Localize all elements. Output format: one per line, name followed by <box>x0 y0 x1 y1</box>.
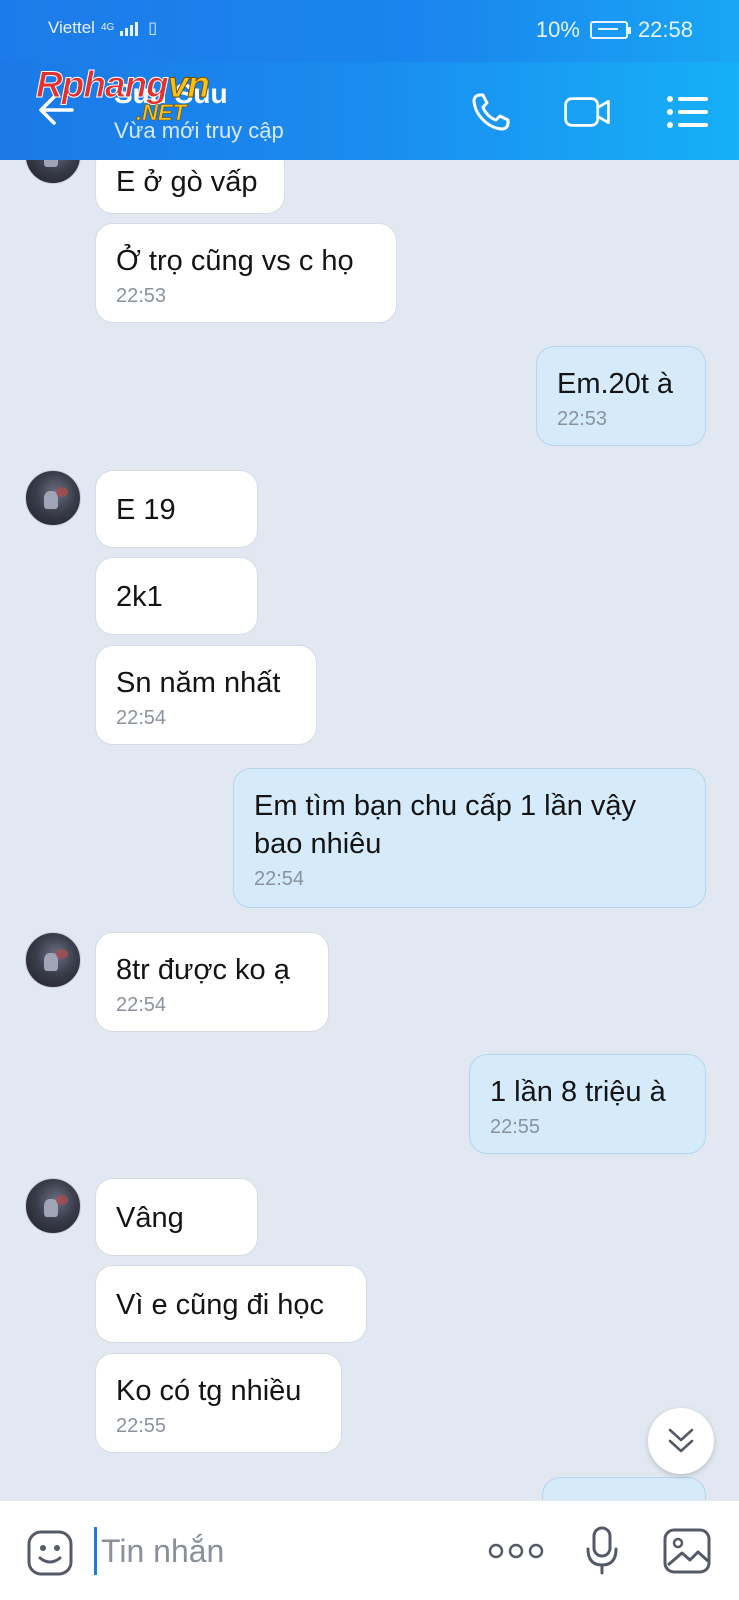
message-bubble[interactable]: E 19 <box>95 470 258 548</box>
message-bubble[interactable]: 1 lần 8 triệu à 22:55 <box>469 1054 706 1154</box>
microphone-icon[interactable] <box>584 1525 620 1577</box>
message-bubble[interactable]: Ở trọ cũng vs c họ 22:53 <box>95 223 397 323</box>
message-text: E ở gò vấp <box>116 166 258 198</box>
avatar[interactable] <box>25 1178 81 1234</box>
message-text: E 19 <box>116 494 176 526</box>
more-dots-icon[interactable] <box>488 1541 544 1561</box>
message-bubble[interactable]: 8tr được ko ạ 22:54 <box>95 932 329 1032</box>
video-camera-icon[interactable] <box>562 87 612 137</box>
image-icon[interactable] <box>662 1527 712 1575</box>
message-time: 22:54 <box>116 707 167 729</box>
message-text: Sn năm nhất <box>116 667 281 699</box>
message-time: 22:55 <box>116 1415 167 1437</box>
battery-percent: 10% <box>535 17 580 42</box>
message-bubble[interactable]: Ko có tg nhiều 22:55 <box>95 1353 342 1453</box>
phone-icon[interactable] <box>466 87 516 137</box>
message-text: Ở trọ cũng vs c họ <box>116 245 354 277</box>
message-text-line2: bao nhiêu <box>254 828 382 860</box>
message-time: 22:55 <box>490 1116 541 1138</box>
watermark-net: .NET <box>136 100 187 126</box>
carrier-name: Viettel <box>48 18 95 37</box>
list-menu-icon[interactable] <box>664 87 714 137</box>
message-text: Ko có tg nhiều <box>116 1375 302 1407</box>
message-time: 22:54 <box>254 868 305 890</box>
message-text: 8tr được ko ạ <box>116 954 290 986</box>
vibrate-icon: ▯ <box>148 20 158 37</box>
signal-icon <box>120 20 139 36</box>
message-bubble[interactable]: E ở gò vấp <box>95 160 285 214</box>
message-text-line1: Em tìm bạn chu cấp 1 lần vậy <box>254 790 637 822</box>
battery-icon <box>589 21 631 39</box>
avatar[interactable] <box>25 932 81 988</box>
message-time: 22:54 <box>116 994 167 1016</box>
message-time: 22:53 <box>116 285 167 307</box>
message-bubble[interactable]: Vâng <box>95 1178 258 1256</box>
message-input[interactable] <box>94 1527 454 1575</box>
message-time: 22:53 <box>557 408 608 430</box>
status-bar: Viettel 4G ▯ 10% 22:58 <box>0 0 739 62</box>
message-bubble[interactable]: Em.20t à 22:53 <box>536 346 706 446</box>
avatar[interactable] <box>25 160 81 184</box>
scroll-down-button[interactable] <box>648 1408 714 1474</box>
chat-area[interactable]: E ở gò vấp Ở trọ cũng vs c họ 22:53 Em.2… <box>0 160 739 1500</box>
avatar[interactable] <box>25 470 81 526</box>
chat-header: Suu Suu Vừa mới truy cập Rphangvn .NET <box>0 62 739 160</box>
message-bubble-partial[interactable] <box>542 1477 706 1500</box>
message-text: Vâng <box>116 1202 184 1234</box>
message-bubble[interactable]: Vì e cũng đi học <box>95 1265 367 1343</box>
clock: 22:58 <box>637 17 693 42</box>
message-bubble[interactable]: 2k1 <box>95 557 258 635</box>
message-text: 2k1 <box>116 581 163 613</box>
message-bubble[interactable]: Sn năm nhất 22:54 <box>95 645 317 745</box>
message-input-bar <box>0 1500 739 1600</box>
message-bubble[interactable]: Em tìm bạn chu cấp 1 lần vậy bao nhiêu 2… <box>233 768 706 908</box>
message-text: 1 lần 8 triệu à <box>490 1076 666 1108</box>
message-text: Vì e cũng đi học <box>116 1289 324 1321</box>
watermark-part2: vn <box>167 64 210 106</box>
status-right: 10% 22:58 <box>536 17 693 43</box>
network-type: 4G <box>100 22 115 33</box>
status-left: Viettel 4G ▯ <box>48 18 157 38</box>
sticker-smile-icon[interactable] <box>26 1529 74 1577</box>
watermark-part1: Rphang <box>36 64 170 106</box>
double-chevron-down-icon <box>668 1428 694 1453</box>
message-text: Em.20t à <box>557 368 674 400</box>
